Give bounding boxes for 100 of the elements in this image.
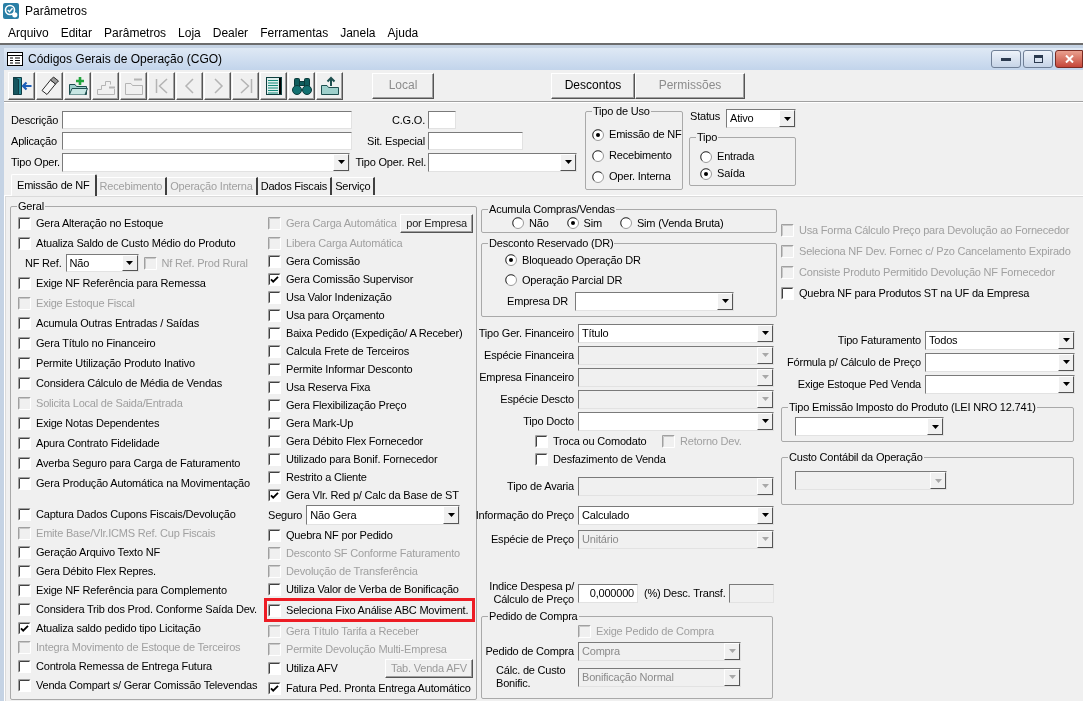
dropdown[interactable]: Todos	[925, 330, 1075, 350]
menu-item[interactable]: Ferramentas	[254, 24, 335, 41]
tab[interactable]: Serviço	[332, 177, 376, 195]
radio-button[interactable]	[505, 274, 517, 286]
dropdown[interactable]	[795, 417, 944, 436]
radio-button[interactable]	[700, 150, 712, 163]
menu-item[interactable]: Editar	[54, 24, 99, 41]
dropdown[interactable]	[428, 152, 577, 172]
radio-button[interactable]	[592, 128, 604, 141]
text-field[interactable]	[428, 132, 523, 150]
checkbox[interactable]	[18, 584, 31, 597]
checkbox-label: Usa Reserva Fixa	[286, 380, 371, 394]
checkbox[interactable]	[18, 356, 31, 370]
radio-button[interactable]	[592, 170, 604, 183]
checkbox[interactable]	[18, 456, 31, 470]
field-label: Aplicação	[11, 134, 57, 148]
checkbox[interactable]	[18, 565, 31, 578]
maximize-button[interactable]	[1023, 50, 1053, 68]
radio-button[interactable]	[700, 167, 712, 180]
checkbox[interactable]	[268, 326, 281, 340]
dropdown[interactable]: Não Gera	[306, 505, 461, 525]
tab[interactable]: Emissão de NF	[11, 174, 97, 196]
checkbox[interactable]	[18, 236, 31, 250]
text-field[interactable]	[428, 111, 456, 129]
checkbox-label: Usa Valor Indenização	[286, 290, 392, 304]
field-label: (%) Desc. Transf.	[644, 586, 726, 600]
checkbox[interactable]	[268, 290, 281, 304]
checkbox[interactable]	[18, 660, 31, 673]
checkbox[interactable]	[18, 603, 31, 616]
checkbox[interactable]	[268, 488, 281, 502]
field-label: Empresa Financeiro	[479, 370, 574, 384]
checkbox-label: Exige Notas Dependentes	[36, 416, 160, 430]
toolbar-button[interactable]	[260, 71, 287, 100]
checkbox[interactable]	[18, 622, 31, 635]
dropdown[interactable]	[925, 374, 1075, 394]
caret-down-icon	[757, 506, 773, 524]
checkbox[interactable]	[18, 336, 31, 350]
dropdown[interactable]	[925, 352, 1075, 372]
radio-label: Saída	[717, 167, 745, 180]
text-field[interactable]: 0,000000	[578, 583, 638, 603]
checkbox[interactable]	[268, 308, 281, 322]
checkbox[interactable]	[268, 254, 281, 268]
checkbox[interactable]	[268, 582, 281, 596]
checkbox[interactable]	[268, 398, 281, 412]
radio-button[interactable]	[592, 149, 604, 162]
checkbox[interactable]	[18, 436, 31, 450]
checkbox[interactable]	[268, 380, 281, 394]
minimize-button[interactable]	[991, 50, 1021, 68]
checkbox[interactable]	[268, 681, 281, 695]
close-button[interactable]	[1055, 50, 1083, 68]
dropdown[interactable]	[578, 411, 774, 431]
checkbox[interactable]	[268, 272, 281, 286]
checkbox[interactable]	[18, 376, 31, 390]
checkbox[interactable]	[18, 546, 31, 559]
menu-item[interactable]: Arquivo	[2, 24, 55, 41]
field-label: Exige Estoque Ped Venda	[797, 377, 921, 391]
push-button[interactable]: Descontos	[551, 72, 635, 99]
menu-item[interactable]: Ajuda	[381, 24, 425, 41]
menu-item[interactable]: Janela	[334, 24, 382, 41]
text-field[interactable]	[62, 111, 352, 129]
checkbox[interactable]	[535, 434, 548, 448]
checkbox[interactable]	[268, 434, 281, 448]
dropdown[interactable]: Não	[65, 254, 139, 272]
checkbox[interactable]	[268, 452, 281, 466]
checkbox[interactable]	[268, 362, 281, 376]
tab[interactable]: Dados Fiscais	[257, 177, 333, 195]
checkbox[interactable]	[18, 476, 31, 490]
toolbar-button[interactable]	[288, 71, 315, 100]
checkbox[interactable]	[781, 287, 794, 300]
dropdown[interactable]	[575, 291, 734, 311]
dropdown[interactable]: Título	[578, 323, 774, 343]
checkbox[interactable]	[268, 470, 281, 484]
checkbox[interactable]	[535, 452, 548, 466]
menu-item[interactable]: Parâmetros	[98, 24, 173, 41]
checkbox[interactable]	[18, 316, 31, 330]
menu-item[interactable]: Dealer	[206, 24, 255, 41]
caret-down-icon	[930, 472, 946, 489]
checkbox[interactable]	[18, 276, 31, 290]
toolbar-button[interactable]	[316, 71, 343, 100]
radio-button[interactable]	[619, 217, 632, 229]
dropdown[interactable]	[62, 152, 350, 172]
dropdown[interactable]: Ativo	[726, 109, 796, 128]
text-field[interactable]	[62, 132, 352, 150]
checkbox[interactable]	[268, 662, 281, 675]
toolbar-button[interactable]	[64, 71, 91, 100]
menu-item[interactable]: Loja	[172, 24, 207, 41]
checkbox[interactable]	[18, 416, 31, 430]
checkbox[interactable]	[18, 508, 31, 521]
toolbar-button[interactable]	[36, 71, 63, 100]
dropdown[interactable]: Calculado	[578, 505, 774, 525]
checkbox[interactable]	[18, 216, 31, 230]
checkbox[interactable]	[268, 528, 281, 542]
checkbox[interactable]	[18, 679, 31, 692]
checkbox[interactable]	[268, 344, 281, 358]
checkbox[interactable]	[268, 603, 281, 617]
radio-button[interactable]	[566, 217, 579, 229]
radio-button[interactable]	[512, 217, 524, 229]
checkbox[interactable]	[268, 416, 281, 430]
toolbar-button[interactable]	[8, 71, 35, 100]
radio-button[interactable]	[505, 254, 517, 266]
